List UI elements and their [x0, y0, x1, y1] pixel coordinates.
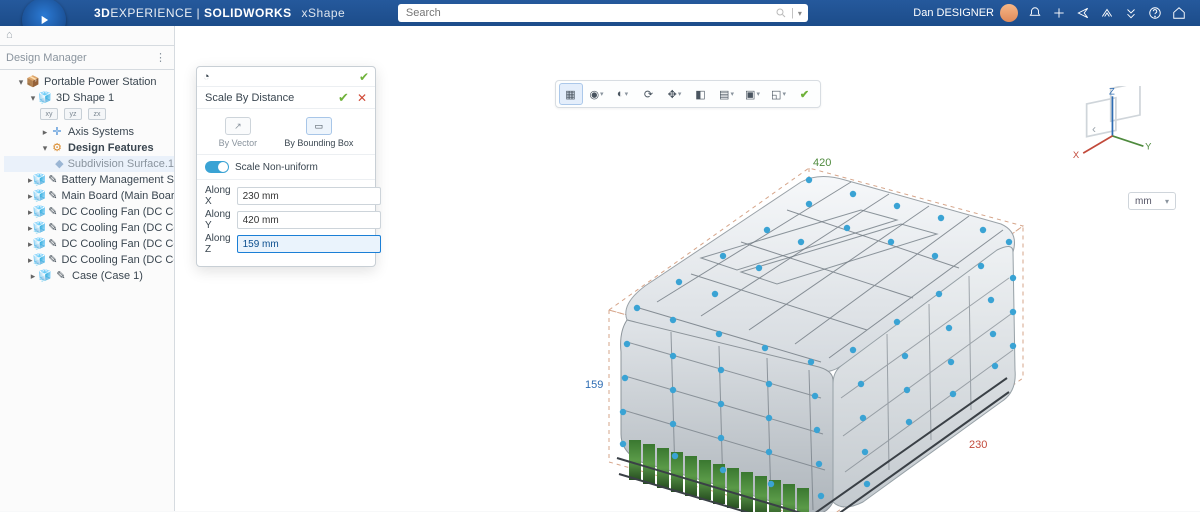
mode-by-bbox[interactable]: ▭By Bounding Box: [284, 117, 353, 148]
tool-fit[interactable]: ◉▾: [585, 83, 609, 105]
svg-text:X: X: [1073, 150, 1080, 161]
tree-item[interactable]: ▸🧊✎Case (Case 1): [4, 268, 174, 284]
svg-text:Y: Y: [1145, 142, 1152, 153]
tool-pan[interactable]: ✥▾: [663, 83, 687, 105]
view-toolbar: ▦ ◉▾ ◐▾ ⟳ ✥▾ ◧ ▤▾ ▣▾ ◱▾ ✔: [555, 80, 821, 108]
mode-by-vector[interactable]: ↗By Vector: [219, 117, 258, 148]
unit-selector[interactable]: mm▾: [1128, 192, 1176, 210]
orientation-triad[interactable]: Z Y X: [1064, 86, 1154, 172]
search-box[interactable]: | ▾: [398, 4, 808, 22]
tool-confirm[interactable]: ✔: [793, 83, 817, 105]
tree-subdivision-surface[interactable]: ◆Subdivision Surface.1: [4, 156, 174, 172]
app-header: 3DEXPERIENCE | SOLIDWORKS xShape | ▾ Dan…: [0, 0, 1200, 26]
tool-shade[interactable]: ◐▾: [611, 83, 635, 105]
tree-item[interactable]: ▸🧊✎DC Cooling Fan (DC Cooling F…: [4, 236, 174, 252]
plane-chips[interactable]: xyyzzx: [4, 106, 174, 124]
tree-item[interactable]: ▸🧊✎Battery Management System (…: [4, 172, 174, 188]
tool-select[interactable]: ▦: [559, 83, 583, 105]
tool-cube[interactable]: ◱▾: [767, 83, 791, 105]
dialog-minicheck-icon[interactable]: ✔: [359, 70, 369, 84]
search-input[interactable]: [404, 6, 775, 20]
tree-design-features[interactable]: ▾⚙Design Features: [4, 140, 174, 156]
tree-item[interactable]: ▸🧊✎Main Board (Main Board - FFF 1): [4, 188, 174, 204]
play-icon: [37, 13, 51, 27]
tree-header: Design Manager⋮: [0, 46, 174, 70]
dialog-ok[interactable]: ✔: [338, 90, 349, 106]
tool-section[interactable]: ◧: [689, 83, 713, 105]
share-icon[interactable]: [1076, 6, 1090, 20]
home-icon[interactable]: [1172, 6, 1186, 20]
dim-y: 420: [813, 157, 831, 169]
dim-x: 230: [969, 439, 987, 451]
help-icon[interactable]: [1148, 6, 1162, 20]
tree-toolbar[interactable]: ⌂: [0, 26, 174, 46]
user-chip[interactable]: Dan DESIGNER: [913, 4, 1018, 22]
svg-text:Z: Z: [1109, 87, 1115, 98]
collab2-icon[interactable]: [1124, 6, 1138, 20]
along-z-input[interactable]: [237, 235, 381, 253]
avatar: [1000, 4, 1018, 22]
tool-layers[interactable]: ▤▾: [715, 83, 739, 105]
search-icon: [775, 7, 787, 19]
3d-model[interactable]: 420 159 230: [561, 152, 1051, 512]
tree-item[interactable]: ▸🧊✎DC Cooling Fan (DC Cooling F…: [4, 252, 174, 268]
tree-3d-shape[interactable]: ▾🧊3D Shape 1: [4, 90, 174, 106]
dialog-cancel[interactable]: ✕: [357, 91, 367, 105]
dialog-icon: ◔: [203, 71, 210, 83]
tree-item[interactable]: ▸🧊✎DC Cooling Fan (DC Cooling F…: [4, 204, 174, 220]
along-y-input[interactable]: [237, 211, 381, 229]
tree-root[interactable]: ▾📦Portable Power Station: [4, 74, 174, 90]
tree-axis-systems[interactable]: ▸✛Axis Systems: [4, 124, 174, 140]
design-manager-panel: ⌂ Design Manager⋮ ▾📦Portable Power Stati…: [0, 26, 175, 511]
collab-icon[interactable]: [1100, 6, 1114, 20]
notification-icon[interactable]: [1028, 6, 1042, 20]
tool-orbit[interactable]: ⟳: [637, 83, 661, 105]
app-title: 3DEXPERIENCE | SOLIDWORKS xShape: [94, 6, 345, 20]
tree-menu[interactable]: ⋮: [155, 51, 168, 64]
scale-non-uniform-toggle[interactable]: [205, 161, 229, 173]
dim-z: 159: [585, 379, 603, 391]
along-x-input[interactable]: [237, 187, 381, 205]
tree-item[interactable]: ▸🧊✎DC Cooling Fan (DC Cooling F…: [4, 220, 174, 236]
dialog-title: Scale By Distance: [205, 92, 294, 104]
scale-by-distance-dialog: ◔ ✔ Scale By Distance ✔ ✕ ↗By Vector ▭By…: [196, 66, 376, 267]
toggle-label: Scale Non-uniform: [235, 162, 318, 173]
add-icon[interactable]: [1052, 6, 1066, 20]
tool-views[interactable]: ▣▾: [741, 83, 765, 105]
